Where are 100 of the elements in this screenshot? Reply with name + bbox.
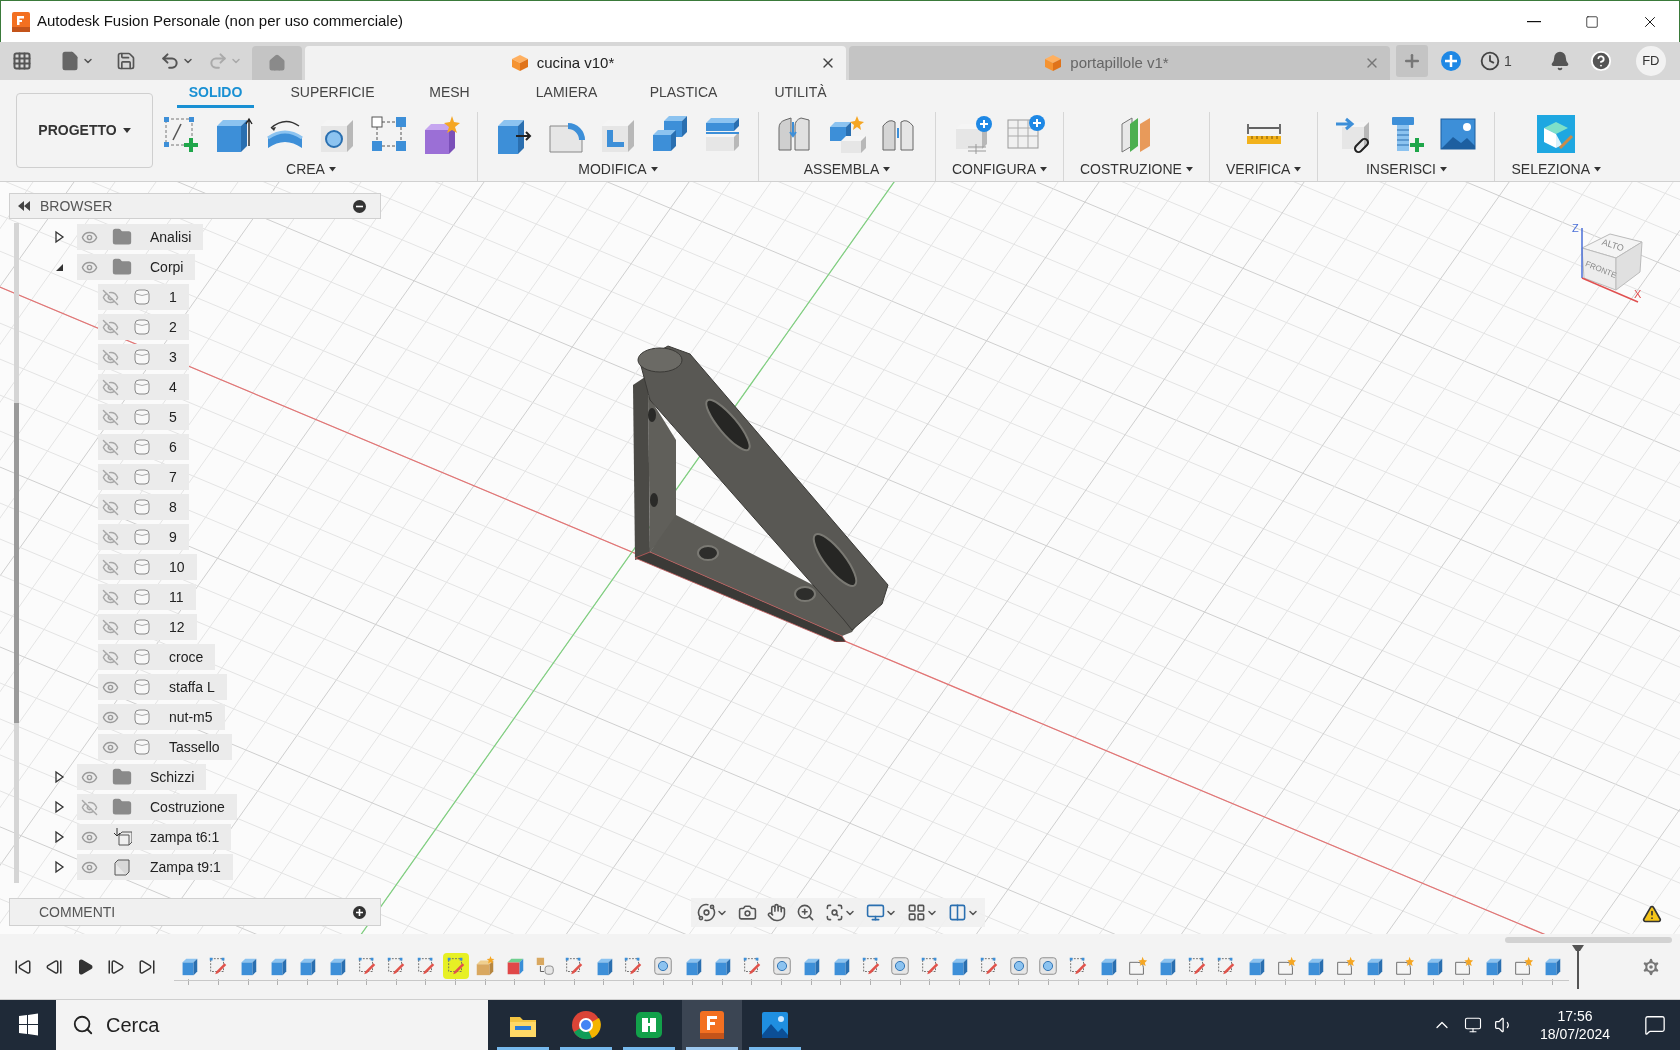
- tree-item[interactable]: Tassello: [98, 734, 232, 760]
- tree-item[interactable]: Schizzi: [77, 764, 207, 790]
- clock[interactable]: 17:56 18/07/2024: [1539, 1007, 1610, 1043]
- user-avatar[interactable]: FD: [1635, 46, 1666, 76]
- tree-item[interactable]: Costruzione: [77, 794, 237, 820]
- ribbon-tab[interactable]: UTILITÀ: [742, 81, 859, 108]
- last-step-icon[interactable]: [138, 957, 156, 976]
- tree-item[interactable]: 11: [98, 584, 196, 610]
- tool-group-menu[interactable]: CREA: [286, 158, 336, 180]
- new-tab-button[interactable]: [1396, 45, 1428, 77]
- tree-item[interactable]: 10: [98, 554, 197, 580]
- hole-icon: [1037, 954, 1060, 977]
- tool-group-menu[interactable]: SELEZIONA: [1511, 158, 1602, 180]
- expand-arrow-icon[interactable]: [52, 230, 66, 244]
- taskbar-app[interactable]: [682, 1000, 742, 1050]
- document-tab[interactable]: cucina v10*: [305, 46, 846, 80]
- body-icon: [133, 558, 151, 576]
- tree-item[interactable]: 4: [98, 374, 189, 400]
- look-at-icon[interactable]: [738, 903, 757, 922]
- display-settings-button[interactable]: [866, 903, 897, 922]
- collapse-panel-icon[interactable]: [18, 201, 30, 211]
- tree-item[interactable]: 9: [98, 524, 189, 550]
- timeline-feature[interactable]: [442, 952, 469, 979]
- expand-panel-icon[interactable]: [353, 905, 366, 919]
- cube-icon: [1044, 54, 1063, 72]
- tree-item-label: croce: [169, 647, 204, 667]
- tree-item[interactable]: croce: [98, 644, 216, 670]
- tool-group-menu[interactable]: INSERISCI: [1365, 158, 1447, 180]
- folder-icon: [112, 767, 132, 787]
- tool-group-menu[interactable]: VERIFICA: [1225, 158, 1302, 180]
- tree-item[interactable]: 1: [98, 284, 189, 310]
- file-menu-button[interactable]: [60, 51, 94, 71]
- tool-group-menu[interactable]: MODIFICA: [578, 158, 658, 180]
- expand-arrow-icon[interactable]: [52, 770, 66, 784]
- undo-button[interactable]: [160, 51, 194, 71]
- help-icon[interactable]: [1589, 50, 1612, 72]
- orbit-button[interactable]: [697, 903, 728, 922]
- pan-icon[interactable]: [767, 903, 786, 922]
- notification-center-icon[interactable]: [1644, 1014, 1666, 1036]
- job-status-button[interactable]: 1: [1480, 50, 1512, 72]
- zoom-window-button[interactable]: [825, 903, 856, 922]
- tree-item[interactable]: Zampa t9:1: [77, 854, 233, 880]
- combine-icon[interactable]: [650, 113, 690, 154]
- previous-step-icon[interactable]: [45, 957, 63, 976]
- play-icon[interactable]: [76, 957, 94, 976]
- first-step-icon[interactable]: [14, 957, 32, 976]
- body-icon: [133, 288, 151, 306]
- expand-arrow-icon[interactable]: [52, 860, 66, 874]
- ribbon-tab[interactable]: LAMIERA: [508, 81, 625, 108]
- caret-icon: [1439, 166, 1447, 172]
- minimize-panel-icon[interactable]: [353, 199, 366, 213]
- paint-select-icon[interactable]: [1536, 113, 1577, 154]
- tree-item[interactable]: Analisi: [77, 224, 204, 250]
- tree-item[interactable]: zampa t6:1: [77, 824, 232, 850]
- browser-title: BROWSER: [40, 196, 113, 216]
- pattern-icon[interactable]: [369, 113, 409, 154]
- folder-icon: [112, 227, 132, 247]
- grid-icon: [907, 903, 926, 922]
- expand-arrow-icon[interactable]: [52, 800, 66, 814]
- project-button[interactable]: PROGETTO: [16, 93, 153, 168]
- warning-icon[interactable]: [1642, 904, 1662, 924]
- tree-item[interactable]: 5: [98, 404, 189, 430]
- settings-icon[interactable]: [1640, 955, 1662, 978]
- tree-item-label: Zampa t9:1: [150, 857, 221, 877]
- extensions-icon[interactable]: [1440, 50, 1462, 72]
- tree-item-label: 7: [169, 467, 177, 487]
- expand-arrow-icon[interactable]: [52, 830, 66, 844]
- notifications-icon[interactable]: [1549, 51, 1570, 71]
- caret-icon: [650, 166, 658, 172]
- apps-grid-icon[interactable]: [12, 51, 32, 71]
- tree-item[interactable]: nut-m5: [98, 704, 225, 730]
- tree-item-label: 6: [169, 437, 177, 457]
- tree-item[interactable]: 12: [98, 614, 197, 640]
- tree-item[interactable]: 3: [98, 344, 189, 370]
- tree-item-label: Costruzione: [150, 797, 225, 817]
- tree-item-label: zampa t6:1: [150, 827, 220, 847]
- ribbon-tab[interactable]: MESH: [391, 81, 508, 108]
- tree-item[interactable]: 7: [98, 464, 189, 490]
- configure-icon[interactable]: [953, 113, 994, 154]
- tool-group-menu[interactable]: COSTRUZIONE: [1080, 158, 1193, 180]
- ribbon-tab[interactable]: SUPERFICIE: [274, 81, 391, 108]
- search-field[interactable]: Cerca: [56, 1000, 488, 1050]
- tool-group-menu[interactable]: ASSEMBLA: [803, 158, 891, 180]
- next-step-icon[interactable]: [107, 957, 125, 976]
- tree-item[interactable]: 8: [98, 494, 189, 520]
- timeline-marker[interactable]: [1571, 944, 1586, 989]
- save-icon[interactable]: [116, 51, 136, 71]
- viewports-button[interactable]: [948, 903, 979, 922]
- network-icon[interactable]: [1463, 1016, 1482, 1034]
- tree-item[interactable]: staffa L: [98, 674, 227, 700]
- hole-icon: [1007, 954, 1030, 977]
- zoom-icon[interactable]: [796, 903, 815, 922]
- tree-item[interactable]: 2: [98, 314, 189, 340]
- ribbon-tab[interactable]: PLASTICA: [625, 81, 742, 108]
- tree-item[interactable]: 6: [98, 434, 189, 460]
- tree-item[interactable]: Corpi: [77, 254, 196, 280]
- tool-group-menu[interactable]: CONFIGURA: [952, 158, 1047, 180]
- tree-item-label: Corpi: [150, 257, 184, 277]
- viewports-icon: [948, 903, 967, 922]
- grid-settings-button[interactable]: [907, 903, 938, 922]
